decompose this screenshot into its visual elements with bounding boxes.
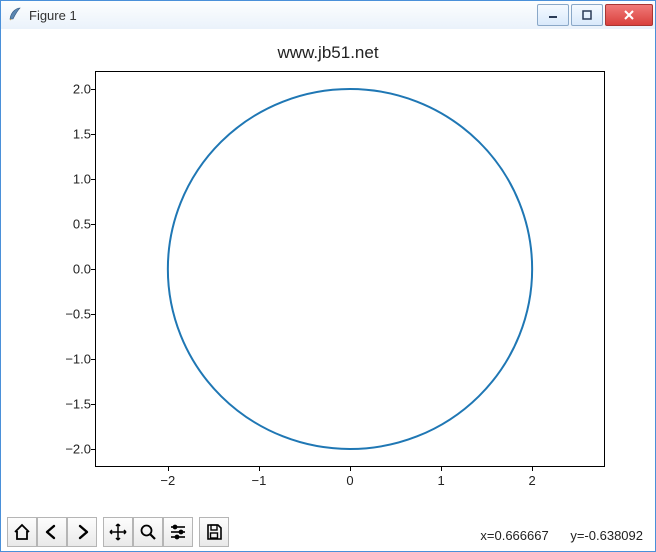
y-tick-label: −1.5 (57, 397, 91, 412)
plot-line (95, 71, 605, 467)
maximize-button[interactable] (571, 4, 603, 26)
client-area: www.jb51.net −2.0 −1.5 −1.0 −0.5 0.0 0.5 1.0 1.… (1, 29, 655, 551)
subplots-button[interactable] (163, 517, 193, 547)
minimize-button[interactable] (537, 4, 569, 26)
y-tick-mark (91, 224, 95, 225)
zoom-button[interactable] (133, 517, 163, 547)
app-window: Figure 1 www.jb51.net −2.0 −1.5 −1.0 −0.5 0.… (0, 0, 656, 552)
y-tick-mark (91, 449, 95, 450)
y-tick-mark (91, 89, 95, 90)
toolbar (7, 517, 235, 547)
y-tick-label: 0.5 (57, 217, 91, 232)
status-x: x=0.666667 (480, 528, 548, 543)
status-y: y=-0.638092 (570, 528, 643, 543)
status-bar: x=0.666667 y=-0.638092 (462, 528, 643, 543)
y-tick-label: 0.0 (57, 262, 91, 277)
x-tick-label: 1 (421, 473, 461, 488)
x-tick-mark (168, 467, 169, 471)
y-tick-label: 1.5 (57, 127, 91, 142)
y-tick-label: −1.0 (57, 352, 91, 367)
pan-button[interactable] (103, 517, 133, 547)
x-tick-mark (259, 467, 260, 471)
x-tick-label: −1 (239, 473, 279, 488)
x-tick-label: 2 (512, 473, 552, 488)
x-tick-mark (350, 467, 351, 471)
x-tick-label: 0 (330, 473, 370, 488)
y-tick-label: 2.0 (57, 82, 91, 97)
close-button[interactable] (605, 4, 653, 26)
x-tick-mark (441, 467, 442, 471)
window-title: Figure 1 (29, 8, 77, 23)
y-tick-label: −2.0 (57, 442, 91, 457)
x-tick-mark (532, 467, 533, 471)
window-buttons (537, 4, 655, 26)
y-tick-mark (91, 179, 95, 180)
back-button[interactable] (37, 517, 67, 547)
save-button[interactable] (199, 517, 229, 547)
y-tick-label: 1.0 (57, 172, 91, 187)
x-tick-label: −2 (148, 473, 188, 488)
plot-title: www.jb51.net (9, 43, 647, 63)
app-icon (7, 6, 23, 25)
y-tick-mark (91, 134, 95, 135)
titlebar[interactable]: Figure 1 (1, 1, 655, 30)
plot-canvas[interactable]: www.jb51.net −2.0 −1.5 −1.0 −0.5 0.0 0.5 1.0 1.… (9, 37, 647, 515)
home-button[interactable] (7, 517, 37, 547)
y-tick-label: −0.5 (57, 307, 91, 322)
y-tick-mark (91, 359, 95, 360)
y-tick-mark (91, 269, 95, 270)
forward-button[interactable] (67, 517, 97, 547)
y-tick-mark (91, 404, 95, 405)
y-tick-mark (91, 314, 95, 315)
